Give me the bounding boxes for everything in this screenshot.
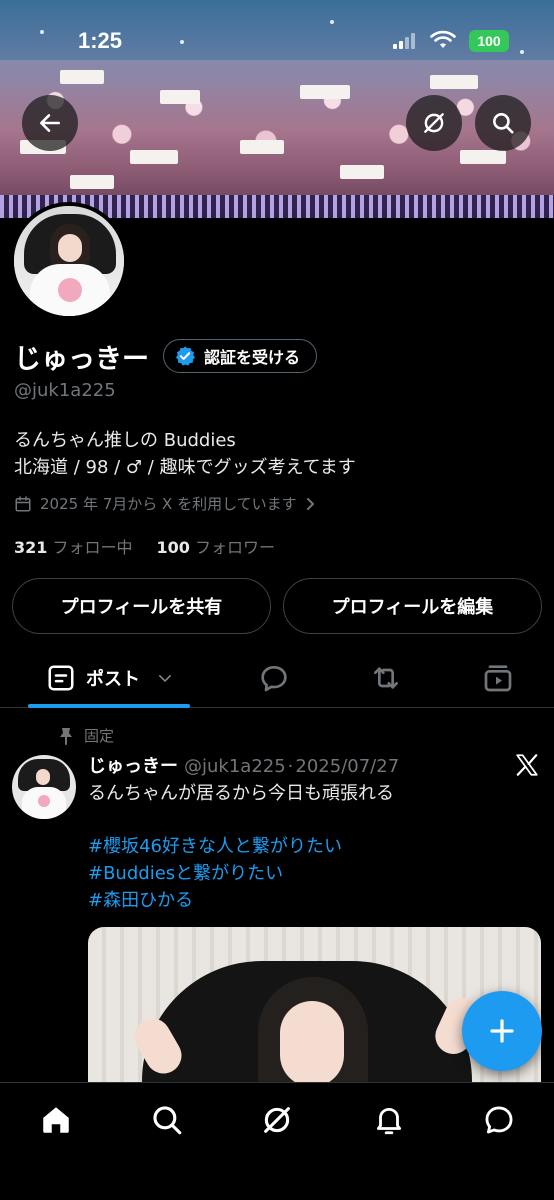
banner-sign <box>240 140 284 154</box>
home-icon[interactable] <box>39 1103 73 1137</box>
pinned-indicator: 固定 <box>58 725 114 746</box>
tab-posts[interactable]: ポスト <box>30 648 190 708</box>
banner-sign <box>300 85 350 99</box>
banner-sign <box>340 165 384 179</box>
following-count: 321 <box>14 538 48 557</box>
post-avatar[interactable] <box>12 755 76 819</box>
following-label: フォロー中 <box>52 538 133 557</box>
media-icon[interactable] <box>482 662 514 694</box>
compose-button[interactable] <box>462 991 542 1071</box>
status-bar: 1:25 100 <box>0 0 554 80</box>
get-verified-label: 認証を受ける <box>204 348 301 367</box>
cellular-signal-icon <box>393 33 415 49</box>
hashtag-link[interactable]: #櫻坂46好きな人と繋がりたい <box>88 833 342 860</box>
bio-line: るんちゃん推しの Buddies <box>14 430 236 451</box>
post-header: じゅっきー @juk1a225 · 2025/07/27 <box>88 752 399 778</box>
search-icon <box>493 113 514 134</box>
grok-icon <box>424 113 444 133</box>
bottom-navigation <box>0 1082 554 1200</box>
post-separator: · <box>287 756 294 777</box>
calendar-icon <box>15 495 31 511</box>
following-link[interactable]: 321 フォロー中 <box>14 534 133 558</box>
followers-count: 100 <box>156 538 190 557</box>
post-text: るんちゃんが居るから今日も頑張れる <box>88 783 394 804</box>
replies-icon[interactable] <box>258 662 290 694</box>
post-author-name[interactable]: じゅっきー <box>88 752 178 778</box>
profile-bio: るんちゃん推しの Buddies 北海道 / 98 / ♂ / 趣味でグッズ考え… <box>14 427 356 481</box>
pin-icon <box>60 727 72 745</box>
profile-name: じゅっきー <box>14 343 149 375</box>
get-verified-button[interactable]: 認証を受ける <box>163 339 318 373</box>
verified-badge-icon <box>175 346 195 366</box>
profile-name-row: じゅっきー 認証を受ける <box>14 338 318 375</box>
back-button[interactable] <box>22 95 78 151</box>
banner-sign <box>130 150 178 164</box>
search-button[interactable] <box>475 95 531 151</box>
joined-date-row[interactable]: 2025 年 7月から X を利用しています <box>14 493 317 514</box>
profile-handle: @juk1a225 <box>14 380 116 401</box>
repost-icon[interactable] <box>370 662 402 694</box>
hashtag-link[interactable]: #森田ひかる <box>88 887 342 914</box>
messages-icon[interactable] <box>482 1103 516 1137</box>
search-icon[interactable] <box>150 1103 184 1137</box>
status-time: 1:25 <box>78 28 123 53</box>
banner-sign <box>160 90 200 104</box>
post-date: 2025/07/27 <box>295 756 400 777</box>
post-hashtags: #櫻坂46好きな人と繋がりたい #Buddiesと繋がりたい #森田ひかる <box>88 833 342 914</box>
wifi-icon <box>430 30 456 48</box>
profile-tabs: ポスト <box>0 648 554 708</box>
pinned-label: 固定 <box>84 727 115 745</box>
active-tab-indicator <box>28 704 190 708</box>
back-arrow-icon <box>40 114 60 132</box>
share-profile-button[interactable]: プロフィールを共有 <box>12 578 271 634</box>
profile-avatar[interactable] <box>10 202 128 320</box>
grok-button[interactable] <box>406 95 462 151</box>
hashtag-link[interactable]: #Buddiesと繋がりたい <box>88 860 342 887</box>
edit-profile-button[interactable]: プロフィールを編集 <box>283 578 542 634</box>
tab-posts-label: ポスト <box>86 669 140 690</box>
x-logo-icon[interactable] <box>514 752 540 778</box>
chevron-right-icon <box>306 497 314 510</box>
followers-link[interactable]: 100 フォロワー <box>157 534 276 558</box>
post-author-handle: @juk1a225 <box>184 756 286 777</box>
followers-label: フォロワー <box>195 538 276 557</box>
notifications-icon[interactable] <box>372 1103 406 1137</box>
posts-icon <box>48 665 74 691</box>
banner-sign <box>460 150 506 164</box>
bio-line: 北海道 / 98 / ♂ / 趣味でグッズ考えてます <box>14 457 356 478</box>
plus-icon <box>490 1019 514 1043</box>
banner-sign <box>70 175 114 189</box>
follow-stats: 321 フォロー中 100 フォロワー <box>14 534 275 558</box>
battery-indicator: 100 <box>469 30 509 52</box>
joined-date: 2025 年 7月から X を利用しています <box>40 495 297 513</box>
chevron-down-icon[interactable] <box>156 669 174 687</box>
grok-icon[interactable] <box>260 1103 294 1137</box>
